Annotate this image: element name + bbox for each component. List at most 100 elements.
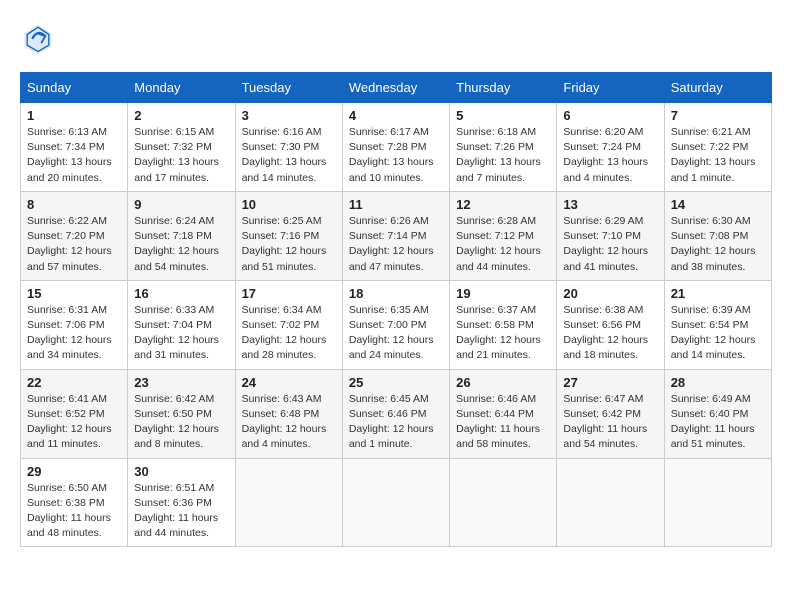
day-number: 10 <box>242 197 336 212</box>
day-info: Sunrise: 6:17 AM Sunset: 7:28 PM Dayligh… <box>349 125 443 186</box>
day-info: Sunrise: 6:22 AM Sunset: 7:20 PM Dayligh… <box>27 214 121 275</box>
table-row: 7 Sunrise: 6:21 AM Sunset: 7:22 PM Dayli… <box>664 103 771 192</box>
day-info: Sunrise: 6:34 AM Sunset: 7:02 PM Dayligh… <box>242 303 336 364</box>
table-row <box>450 458 557 547</box>
day-info: Sunrise: 6:16 AM Sunset: 7:30 PM Dayligh… <box>242 125 336 186</box>
day-info: Sunrise: 6:41 AM Sunset: 6:52 PM Dayligh… <box>27 392 121 453</box>
day-info: Sunrise: 6:25 AM Sunset: 7:16 PM Dayligh… <box>242 214 336 275</box>
table-row: 25 Sunrise: 6:45 AM Sunset: 6:46 PM Dayl… <box>342 369 449 458</box>
table-row: 13 Sunrise: 6:29 AM Sunset: 7:10 PM Dayl… <box>557 191 664 280</box>
table-row: 10 Sunrise: 6:25 AM Sunset: 7:16 PM Dayl… <box>235 191 342 280</box>
table-row: 18 Sunrise: 6:35 AM Sunset: 7:00 PM Dayl… <box>342 280 449 369</box>
table-row: 2 Sunrise: 6:15 AM Sunset: 7:32 PM Dayli… <box>128 103 235 192</box>
day-info: Sunrise: 6:51 AM Sunset: 6:36 PM Dayligh… <box>134 481 228 542</box>
col-saturday: Saturday <box>664 73 771 103</box>
day-number: 11 <box>349 197 443 212</box>
day-info: Sunrise: 6:47 AM Sunset: 6:42 PM Dayligh… <box>563 392 657 453</box>
day-number: 13 <box>563 197 657 212</box>
logo <box>20 20 62 56</box>
day-number: 26 <box>456 375 550 390</box>
day-info: Sunrise: 6:33 AM Sunset: 7:04 PM Dayligh… <box>134 303 228 364</box>
day-info: Sunrise: 6:18 AM Sunset: 7:26 PM Dayligh… <box>456 125 550 186</box>
table-row <box>664 458 771 547</box>
page-header <box>20 20 772 56</box>
day-info: Sunrise: 6:26 AM Sunset: 7:14 PM Dayligh… <box>349 214 443 275</box>
table-row: 3 Sunrise: 6:16 AM Sunset: 7:30 PM Dayli… <box>235 103 342 192</box>
logo-icon <box>20 20 56 56</box>
table-row: 26 Sunrise: 6:46 AM Sunset: 6:44 PM Dayl… <box>450 369 557 458</box>
day-number: 29 <box>27 464 121 479</box>
table-row: 27 Sunrise: 6:47 AM Sunset: 6:42 PM Dayl… <box>557 369 664 458</box>
day-info: Sunrise: 6:45 AM Sunset: 6:46 PM Dayligh… <box>349 392 443 453</box>
table-row: 21 Sunrise: 6:39 AM Sunset: 6:54 PM Dayl… <box>664 280 771 369</box>
day-number: 6 <box>563 108 657 123</box>
day-number: 18 <box>349 286 443 301</box>
table-row: 6 Sunrise: 6:20 AM Sunset: 7:24 PM Dayli… <box>557 103 664 192</box>
table-row: 17 Sunrise: 6:34 AM Sunset: 7:02 PM Dayl… <box>235 280 342 369</box>
table-row: 28 Sunrise: 6:49 AM Sunset: 6:40 PM Dayl… <box>664 369 771 458</box>
table-row <box>342 458 449 547</box>
day-info: Sunrise: 6:29 AM Sunset: 7:10 PM Dayligh… <box>563 214 657 275</box>
table-row: 9 Sunrise: 6:24 AM Sunset: 7:18 PM Dayli… <box>128 191 235 280</box>
table-row: 22 Sunrise: 6:41 AM Sunset: 6:52 PM Dayl… <box>21 369 128 458</box>
day-info: Sunrise: 6:37 AM Sunset: 6:58 PM Dayligh… <box>456 303 550 364</box>
day-number: 15 <box>27 286 121 301</box>
day-info: Sunrise: 6:13 AM Sunset: 7:34 PM Dayligh… <box>27 125 121 186</box>
table-row: 1 Sunrise: 6:13 AM Sunset: 7:34 PM Dayli… <box>21 103 128 192</box>
day-info: Sunrise: 6:43 AM Sunset: 6:48 PM Dayligh… <box>242 392 336 453</box>
day-info: Sunrise: 6:15 AM Sunset: 7:32 PM Dayligh… <box>134 125 228 186</box>
table-row: 4 Sunrise: 6:17 AM Sunset: 7:28 PM Dayli… <box>342 103 449 192</box>
day-number: 22 <box>27 375 121 390</box>
day-info: Sunrise: 6:49 AM Sunset: 6:40 PM Dayligh… <box>671 392 765 453</box>
day-info: Sunrise: 6:42 AM Sunset: 6:50 PM Dayligh… <box>134 392 228 453</box>
day-info: Sunrise: 6:35 AM Sunset: 7:00 PM Dayligh… <box>349 303 443 364</box>
table-row: 30 Sunrise: 6:51 AM Sunset: 6:36 PM Dayl… <box>128 458 235 547</box>
table-row: 23 Sunrise: 6:42 AM Sunset: 6:50 PM Dayl… <box>128 369 235 458</box>
day-number: 20 <box>563 286 657 301</box>
col-tuesday: Tuesday <box>235 73 342 103</box>
col-sunday: Sunday <box>21 73 128 103</box>
day-info: Sunrise: 6:24 AM Sunset: 7:18 PM Dayligh… <box>134 214 228 275</box>
calendar-row: 1 Sunrise: 6:13 AM Sunset: 7:34 PM Dayli… <box>21 103 772 192</box>
day-number: 12 <box>456 197 550 212</box>
table-row: 20 Sunrise: 6:38 AM Sunset: 6:56 PM Dayl… <box>557 280 664 369</box>
table-row: 29 Sunrise: 6:50 AM Sunset: 6:38 PM Dayl… <box>21 458 128 547</box>
table-row: 15 Sunrise: 6:31 AM Sunset: 7:06 PM Dayl… <box>21 280 128 369</box>
day-number: 30 <box>134 464 228 479</box>
day-info: Sunrise: 6:38 AM Sunset: 6:56 PM Dayligh… <box>563 303 657 364</box>
day-number: 28 <box>671 375 765 390</box>
table-row <box>235 458 342 547</box>
day-number: 17 <box>242 286 336 301</box>
day-number: 27 <box>563 375 657 390</box>
table-row: 8 Sunrise: 6:22 AM Sunset: 7:20 PM Dayli… <box>21 191 128 280</box>
table-row: 11 Sunrise: 6:26 AM Sunset: 7:14 PM Dayl… <box>342 191 449 280</box>
day-info: Sunrise: 6:30 AM Sunset: 7:08 PM Dayligh… <box>671 214 765 275</box>
table-row: 19 Sunrise: 6:37 AM Sunset: 6:58 PM Dayl… <box>450 280 557 369</box>
calendar-table: Sunday Monday Tuesday Wednesday Thursday… <box>20 72 772 547</box>
day-number: 8 <box>27 197 121 212</box>
day-number: 25 <box>349 375 443 390</box>
col-friday: Friday <box>557 73 664 103</box>
day-number: 14 <box>671 197 765 212</box>
table-row: 12 Sunrise: 6:28 AM Sunset: 7:12 PM Dayl… <box>450 191 557 280</box>
day-number: 23 <box>134 375 228 390</box>
col-wednesday: Wednesday <box>342 73 449 103</box>
day-info: Sunrise: 6:46 AM Sunset: 6:44 PM Dayligh… <box>456 392 550 453</box>
calendar-header-row: Sunday Monday Tuesday Wednesday Thursday… <box>21 73 772 103</box>
day-info: Sunrise: 6:50 AM Sunset: 6:38 PM Dayligh… <box>27 481 121 542</box>
day-number: 21 <box>671 286 765 301</box>
day-number: 16 <box>134 286 228 301</box>
table-row <box>557 458 664 547</box>
day-number: 5 <box>456 108 550 123</box>
table-row: 16 Sunrise: 6:33 AM Sunset: 7:04 PM Dayl… <box>128 280 235 369</box>
day-info: Sunrise: 6:20 AM Sunset: 7:24 PM Dayligh… <box>563 125 657 186</box>
day-number: 2 <box>134 108 228 123</box>
table-row: 5 Sunrise: 6:18 AM Sunset: 7:26 PM Dayli… <box>450 103 557 192</box>
day-number: 3 <box>242 108 336 123</box>
calendar-row: 22 Sunrise: 6:41 AM Sunset: 6:52 PM Dayl… <box>21 369 772 458</box>
col-monday: Monday <box>128 73 235 103</box>
day-number: 24 <box>242 375 336 390</box>
calendar-row: 8 Sunrise: 6:22 AM Sunset: 7:20 PM Dayli… <box>21 191 772 280</box>
day-number: 4 <box>349 108 443 123</box>
table-row: 14 Sunrise: 6:30 AM Sunset: 7:08 PM Dayl… <box>664 191 771 280</box>
